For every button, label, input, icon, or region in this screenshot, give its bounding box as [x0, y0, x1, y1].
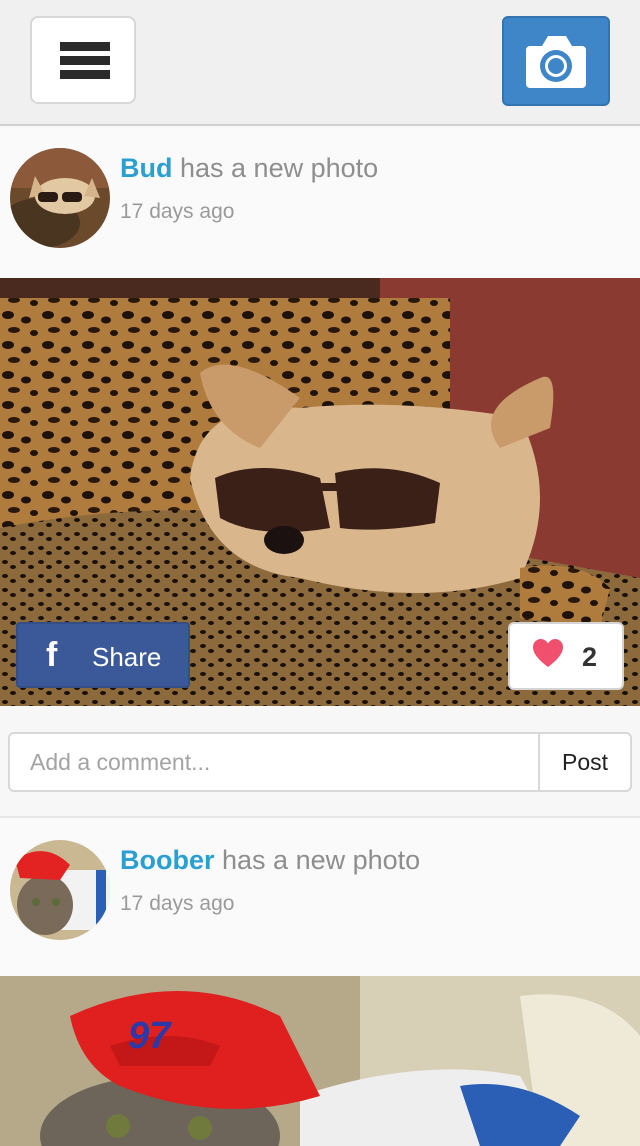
timestamp: 17 days ago: [120, 200, 235, 223]
camera-button[interactable]: [502, 16, 610, 106]
top-bar: [0, 0, 640, 126]
menu-button[interactable]: [30, 16, 136, 104]
post-photo[interactable]: f Share 2: [0, 278, 640, 706]
post-headline: Bud has a new photo: [120, 153, 378, 184]
avatar[interactable]: [10, 148, 110, 248]
hamburger-menu-icon: [60, 42, 110, 84]
post-header: Boober has a new photo 17 days ago: [0, 818, 640, 976]
username-link[interactable]: Boober: [120, 845, 215, 875]
facebook-icon: f: [46, 636, 58, 674]
action-text: has a new photo: [222, 845, 421, 875]
facebook-share-button[interactable]: f Share: [16, 622, 190, 688]
post-card: Boober has a new photo 17 days ago 97: [0, 818, 640, 1146]
feed: Bud has a new photo 17 days ago f Share …: [0, 126, 640, 1146]
username-link[interactable]: Bud: [120, 153, 172, 183]
post-card: Bud has a new photo 17 days ago f Share …: [0, 126, 640, 818]
post-photo[interactable]: 97: [0, 976, 640, 1146]
post-header: Bud has a new photo 17 days ago: [0, 126, 640, 278]
svg-text:97: 97: [128, 1015, 172, 1057]
post-headline: Boober has a new photo: [120, 845, 420, 876]
avatar[interactable]: [10, 840, 110, 940]
cat-photo: 97: [0, 976, 640, 1146]
comment-input[interactable]: [8, 732, 540, 792]
like-count: 2: [582, 642, 598, 672]
action-text: has a new photo: [180, 153, 379, 183]
comment-row: Post: [0, 706, 640, 818]
timestamp: 17 days ago: [120, 892, 235, 915]
post-comment-button[interactable]: Post: [538, 732, 632, 792]
heart-icon: [533, 639, 563, 667]
camera-icon: [526, 36, 586, 88]
share-label: Share: [92, 642, 162, 672]
like-button[interactable]: 2: [508, 622, 624, 690]
